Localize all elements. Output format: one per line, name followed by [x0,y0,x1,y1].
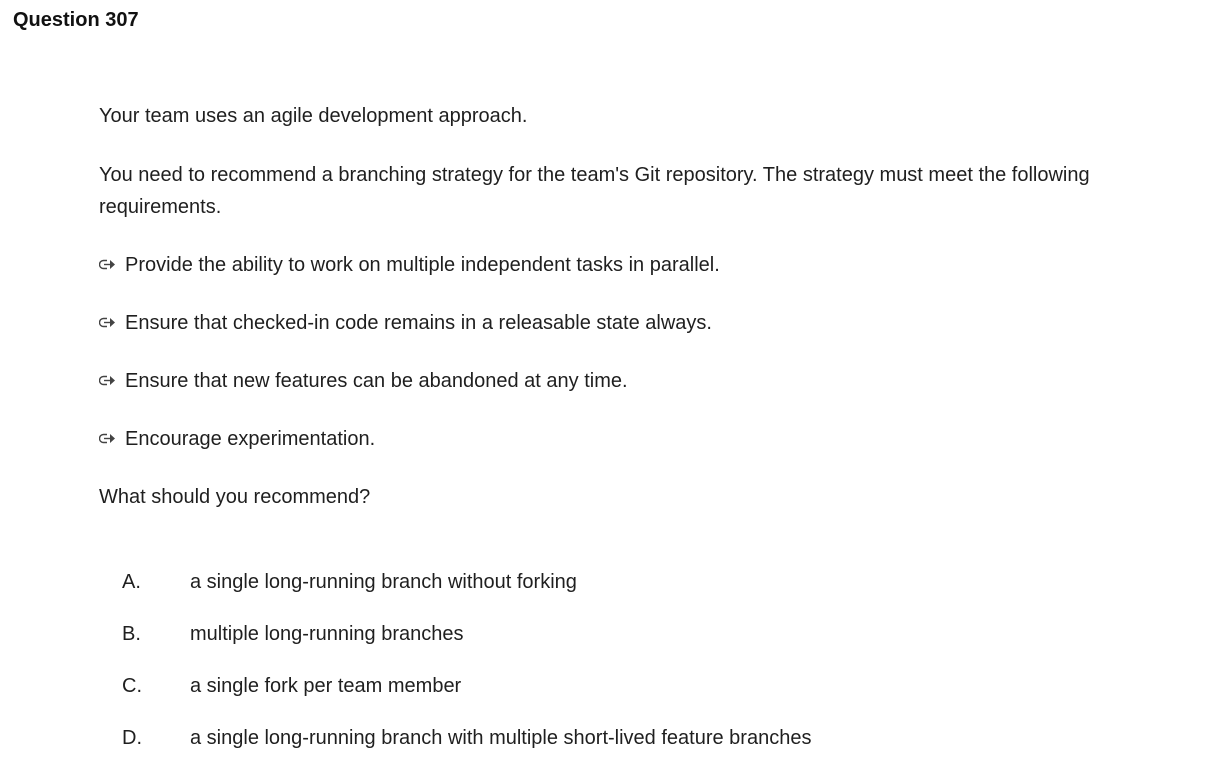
answer-option-d[interactable]: D. a single long-running branch with mul… [122,720,1122,756]
question-prompt: What should you recommend? [99,486,371,508]
option-text: a single long-running branch with multip… [190,726,812,749]
option-letter: A. [122,570,141,593]
bullet-arrow-icon [99,307,123,339]
requirement-text: Ensure that checked-in code remains in a… [125,312,712,334]
requirement-item: Encourage experimentation. [99,423,1199,455]
requirement-text: Encourage experimentation. [125,428,376,450]
answer-options: A. a single long-running branch without … [122,564,1122,768]
option-text: multiple long-running branches [190,622,464,645]
task-text: You need to recommend a branching strate… [99,164,1090,218]
answer-option-c[interactable]: C. a single fork per team member [122,668,1122,704]
bullet-arrow-icon [99,249,123,281]
requirement-text: Provide the ability to work on multiple … [125,254,720,276]
bullet-arrow-icon [99,423,123,455]
intro-text: Your team uses an agile development appr… [99,105,528,127]
question-stem: Your team uses an agile development appr… [99,100,1199,513]
bullet-arrow-icon [99,365,123,397]
requirement-item: Ensure that new features can be abandone… [99,365,1199,397]
option-text: a single long-running branch without for… [190,570,577,593]
option-letter: D. [122,726,142,749]
answer-option-b[interactable]: B. multiple long-running branches [122,616,1122,652]
option-text: a single fork per team member [190,674,462,697]
question-title: Question 307 [13,9,139,31]
requirement-item: Provide the ability to work on multiple … [99,249,1199,281]
requirement-text: Ensure that new features can be abandone… [125,370,628,392]
option-letter: B. [122,622,141,645]
requirement-item: Ensure that checked-in code remains in a… [99,307,1199,339]
option-letter: C. [122,674,142,697]
answer-option-a[interactable]: A. a single long-running branch without … [122,564,1122,600]
